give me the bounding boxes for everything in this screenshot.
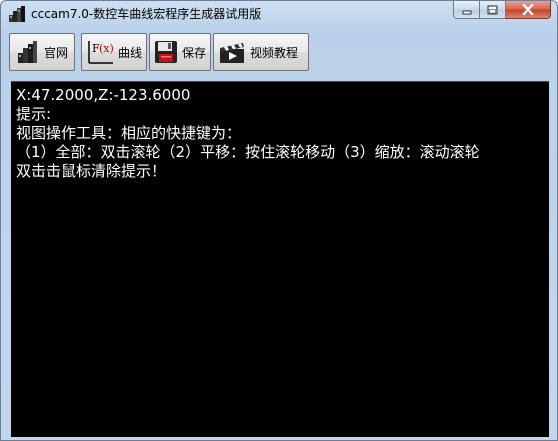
hint-line-1: 视图操作工具：相应的快捷键为：	[16, 124, 242, 142]
hint-line-3: 双击击鼠标清除提示！	[16, 162, 167, 180]
official-site-button[interactable]: 官网	[9, 33, 75, 71]
title-bar[interactable]: cccam7.0-数控车曲线宏程序生成器试用版	[1, 1, 557, 28]
house-icon	[14, 38, 40, 66]
toolbar: 官网 F (x) 曲线 保存 视频教程	[9, 33, 315, 73]
hint-title: 提示:	[16, 105, 52, 123]
save-button[interactable]: 保存	[149, 33, 211, 71]
curve-label: 曲线	[118, 45, 143, 60]
function-curve-icon: F (x)	[86, 38, 114, 66]
close-button[interactable]	[506, 1, 551, 19]
minimize-button[interactable]	[453, 1, 480, 19]
coordinate-readout: X:47.2000,Z:-123.6000	[16, 86, 191, 104]
caption-buttons	[453, 1, 551, 20]
svg-text:(x): (x)	[99, 42, 114, 55]
floppy-disk-icon	[154, 38, 178, 66]
graphics-viewport[interactable]: X:47.2000,Z:-123.6000 提示: 视图操作工具：相应的快捷键为…	[11, 81, 549, 437]
app-icon	[9, 6, 25, 22]
minimize-icon	[462, 10, 471, 14]
viewport-info-text: X:47.2000,Z:-123.6000 提示: 视图操作工具：相应的快捷键为…	[16, 86, 480, 181]
window-title: cccam7.0-数控车曲线宏程序生成器试用版	[31, 7, 262, 21]
video-tutorial-button[interactable]: 视频教程	[213, 33, 309, 71]
hint-line-2: （1）全部：双击滚轮（2）平移：按住滚轮移动（3）缩放：滚动滚轮	[16, 143, 480, 161]
official-site-label: 官网	[43, 45, 68, 60]
close-icon	[522, 4, 534, 15]
video-tutorial-label: 视频教程	[250, 45, 299, 60]
maximize-button[interactable]	[480, 1, 506, 19]
save-label: 保存	[182, 45, 207, 60]
app-window: cccam7.0-数控车曲线宏程序生成器试用版 官网 F (x) 曲线 保存 视…	[0, 0, 558, 441]
curve-button[interactable]: F (x) 曲线	[81, 33, 147, 71]
maximize-icon	[487, 5, 498, 14]
clapperboard-icon	[218, 38, 246, 66]
